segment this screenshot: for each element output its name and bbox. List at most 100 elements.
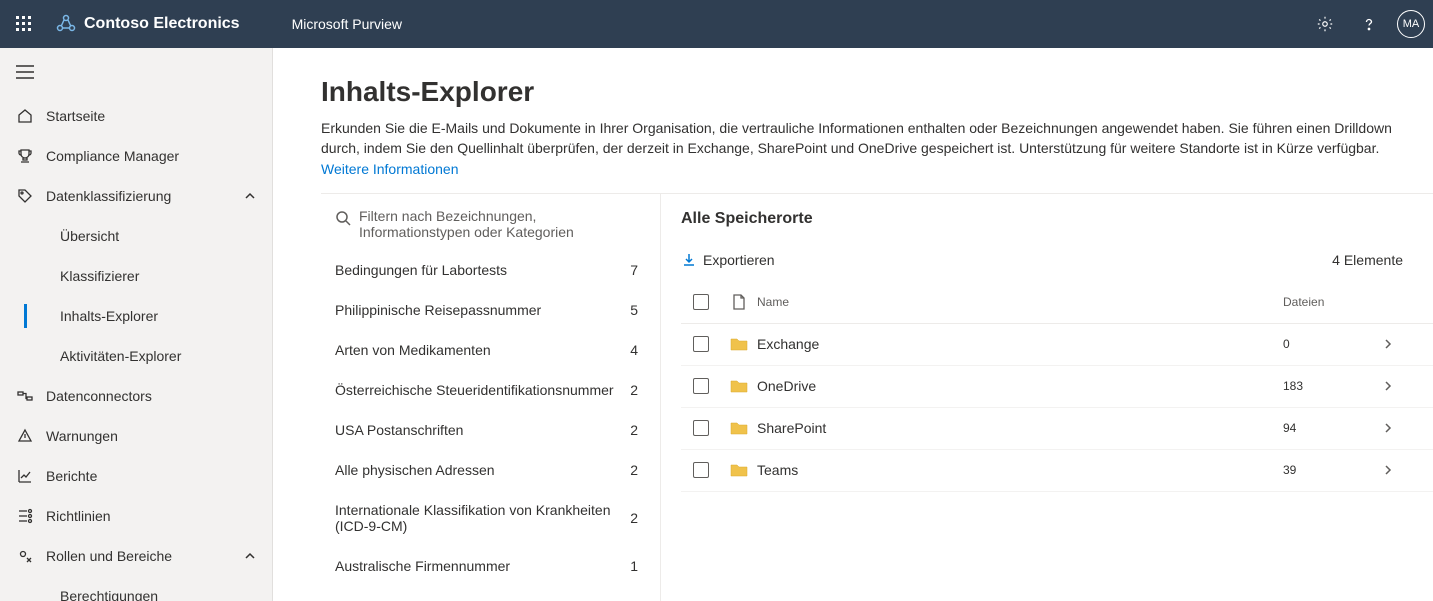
folder-icon [721, 420, 757, 436]
table-row[interactable]: Teams39 [681, 450, 1433, 492]
row-checkbox[interactable] [693, 336, 709, 352]
sidebar-item-label: Startseite [46, 108, 105, 124]
classification-label: Australische Firmennummer [335, 558, 630, 574]
location-name: SharePoint [757, 420, 1283, 436]
sidebar-item-policies[interactable]: Richtlinien [0, 496, 272, 536]
sidebar-item-compliance-manager[interactable]: Compliance Manager [0, 136, 272, 176]
sidebar-item-overview[interactable]: Übersicht [0, 216, 272, 256]
classification-item[interactable]: Alle physischen Adressen2 [321, 450, 660, 490]
classification-label: Internationale Klassifikation von Krankh… [335, 502, 630, 534]
chevron-right-icon[interactable] [1373, 464, 1403, 476]
location-name: Teams [757, 462, 1283, 478]
classification-count: 7 [630, 262, 638, 278]
sidebar-item-permissions[interactable]: Berechtigungen [0, 576, 272, 601]
policy-icon [16, 507, 34, 525]
page-title: Inhalts-Explorer [321, 76, 1433, 108]
home-icon [16, 107, 34, 125]
classification-list[interactable]: Bedingungen für Labortests7Philippinisch… [321, 250, 660, 601]
table-row[interactable]: OneDrive183 [681, 366, 1433, 408]
sidebar-item-home[interactable]: Startseite [0, 96, 272, 136]
column-files-header[interactable]: Dateien [1283, 295, 1373, 309]
file-count: 183 [1283, 379, 1373, 393]
file-icon [721, 294, 757, 310]
search-icon [335, 210, 351, 226]
classification-count: 4 [630, 342, 638, 358]
classification-label: Österreichische Steueridentifikationsnum… [335, 382, 630, 398]
row-checkbox[interactable] [693, 378, 709, 394]
classification-count: 5 [630, 302, 638, 318]
sidebar-item-roles[interactable]: Rollen und Bereiche [0, 536, 272, 576]
product-name: Microsoft Purview [292, 16, 402, 32]
sidebar-item-label: Berichte [46, 468, 97, 484]
chevron-right-icon[interactable] [1373, 422, 1403, 434]
sidebar-toggle[interactable] [0, 48, 272, 96]
classification-count: 2 [630, 510, 638, 526]
alert-icon [16, 427, 34, 445]
classification-item[interactable]: Österreichische Steueridentifikationsnum… [321, 370, 660, 410]
sidebar-item-alerts[interactable]: Warnungen [0, 416, 272, 456]
classification-item[interactable]: Australische Firmennummer1 [321, 546, 660, 586]
sidebar-item-label: Rollen und Bereiche [46, 548, 172, 564]
file-count: 0 [1283, 337, 1373, 351]
trophy-icon [16, 147, 34, 165]
sidebar-item-label: Klassifizierer [60, 268, 139, 284]
table-row[interactable]: Exchange0 [681, 324, 1433, 366]
user-avatar[interactable]: MA [1397, 10, 1425, 38]
sidebar-item-label: Inhalts-Explorer [60, 308, 158, 324]
sidebar-item-classifiers[interactable]: Klassifizierer [0, 256, 272, 296]
contoso-logo-icon [56, 14, 76, 34]
main-content: Inhalts-Explorer Erkunden Sie die E-Mail… [273, 48, 1433, 601]
classification-panel: Filtern nach Bezeichnungen, Informations… [321, 194, 661, 601]
classification-item[interactable]: Internationale Klassifikation von Krankh… [321, 490, 660, 546]
sidebar: Startseite Compliance Manager Datenklass… [0, 48, 273, 601]
location-name: Exchange [757, 336, 1283, 352]
sidebar-item-activity-explorer[interactable]: Aktivitäten-Explorer [0, 336, 272, 376]
sidebar-item-label: Übersicht [60, 228, 119, 244]
classification-item[interactable]: Arten von Medikamenten4 [321, 330, 660, 370]
table-row[interactable]: SharePoint94 [681, 408, 1433, 450]
sidebar-item-data-classification[interactable]: Datenklassifizierung [0, 176, 272, 216]
classification-item[interactable]: USA Postanschriften2 [321, 410, 660, 450]
filter-input[interactable]: Filtern nach Bezeichnungen, Informations… [321, 194, 660, 250]
sidebar-item-label: Richtlinien [46, 508, 111, 524]
sidebar-item-content-explorer[interactable]: Inhalts-Explorer [0, 296, 272, 336]
sidebar-item-label: Datenklassifizierung [46, 188, 171, 204]
export-label: Exportieren [703, 252, 775, 268]
chevron-right-icon[interactable] [1373, 338, 1403, 350]
learn-more-link[interactable]: Weitere Informationen [321, 161, 458, 177]
settings-icon[interactable] [1309, 8, 1341, 40]
chevron-right-icon[interactable] [1373, 380, 1403, 392]
locations-panel: Alle Speicherorte Exportieren 4 Elemente… [661, 194, 1433, 601]
help-icon[interactable] [1353, 8, 1385, 40]
row-checkbox[interactable] [693, 462, 709, 478]
file-count: 94 [1283, 421, 1373, 435]
folder-icon [721, 378, 757, 394]
filter-placeholder: Filtern nach Bezeichnungen, Informations… [359, 208, 648, 240]
sidebar-item-label: Datenconnectors [46, 388, 152, 404]
item-count: 4 Elemente [1332, 252, 1403, 268]
roles-icon [16, 547, 34, 565]
sidebar-item-data-connectors[interactable]: Datenconnectors [0, 376, 272, 416]
classification-label: Arten von Medikamenten [335, 342, 630, 358]
sidebar-item-reports[interactable]: Berichte [0, 456, 272, 496]
column-name-header[interactable]: Name [757, 295, 1283, 309]
page-description: Erkunden Sie die E-Mails und Dokumente i… [321, 118, 1433, 179]
download-icon [681, 252, 697, 268]
chevron-up-icon [244, 190, 256, 202]
app-launcher-icon[interactable] [8, 8, 40, 40]
sidebar-item-label: Compliance Manager [46, 148, 179, 164]
classification-item[interactable]: Bedingungen für Labortests7 [321, 250, 660, 290]
classification-label: Philippinische Reisepassnummer [335, 302, 630, 318]
locations-title: Alle Speicherorte [681, 194, 1433, 238]
classification-item[interactable]: Philippinische Reisepassnummer5 [321, 290, 660, 330]
sidebar-item-label: Berechtigungen [60, 588, 158, 601]
sidebar-item-label: Warnungen [46, 428, 118, 444]
connector-icon [16, 387, 34, 405]
company-name: Contoso Electronics [84, 15, 240, 33]
select-all-checkbox[interactable] [693, 294, 709, 310]
location-name: OneDrive [757, 378, 1283, 394]
company-logo[interactable]: Contoso Electronics [56, 14, 240, 34]
classification-count: 2 [630, 422, 638, 438]
row-checkbox[interactable] [693, 420, 709, 436]
export-button[interactable]: Exportieren [681, 252, 775, 268]
